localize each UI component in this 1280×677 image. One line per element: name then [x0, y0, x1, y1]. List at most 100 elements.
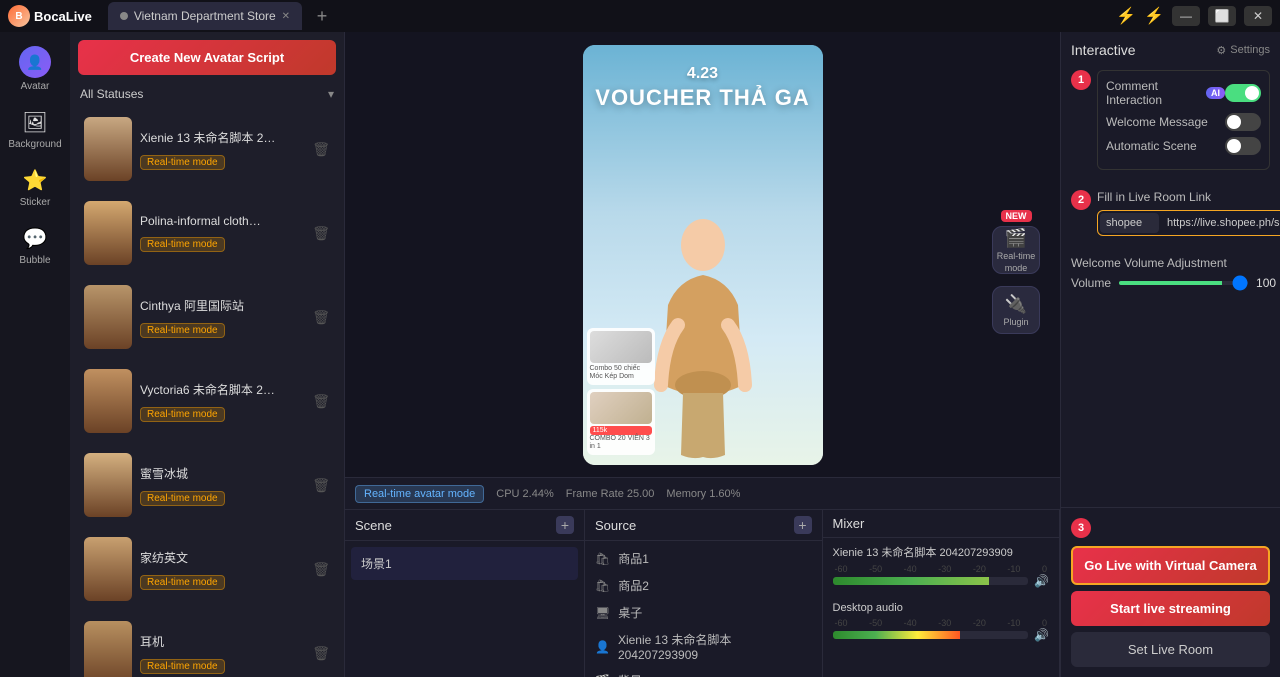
mixer-track-2-name: Desktop audio [833, 602, 1050, 614]
script-avatar-2 [84, 285, 132, 349]
script-avatar-4 [84, 453, 132, 517]
volume-label: Volume [1071, 276, 1111, 290]
source-icon-desk: 🖥 [595, 606, 610, 620]
script-item-2[interactable]: Cinthya 阿里国际站 Real-time mode 🗑 [78, 277, 336, 357]
tab-close-icon[interactable]: ✕ [282, 11, 290, 22]
script-avatar-3 [84, 369, 132, 433]
welcome-message-toggle[interactable] [1225, 113, 1261, 131]
plugin-button[interactable]: 🔌 Plugin [992, 286, 1040, 334]
gear-icon: ⚙ [1216, 44, 1226, 57]
source-panel: Source + 🛍 商品1 🛍 商品2 🖥 桌子 [585, 510, 823, 677]
script-badge-0: Real-time mode [140, 155, 225, 170]
maximize-button[interactable]: ⬜ [1208, 6, 1236, 26]
welcome-message-label: Welcome Message [1106, 115, 1208, 129]
mixer-track-1: Xienie 13 未命名脚本 204207293909 -60-50 -40-… [823, 538, 1060, 596]
script-item-3[interactable]: Vyctoria6 未命名脚本 2… Real-time mode 🗑 [78, 361, 336, 441]
settings-label: Settings [1230, 44, 1270, 56]
main-tab[interactable]: Vietnam Department Store ✕ [108, 2, 302, 30]
script-avatar-img-4 [84, 453, 132, 517]
sidebar-item-sticker[interactable]: ⭐ Sticker [5, 160, 65, 214]
add-tab-button[interactable]: + [310, 4, 334, 28]
automatic-scene-toggle[interactable] [1225, 137, 1261, 155]
script-item-4[interactable]: 蜜雪冰城 Real-time mode 🗑 [78, 445, 336, 525]
sidebar-item-bubble[interactable]: 💬 Bubble [5, 218, 65, 272]
product-card-2: 115k COMBO 20 VIÊN 3 in 1 [587, 389, 655, 455]
source-item-product2[interactable]: 🛍 商品2 [585, 572, 822, 599]
comment-interaction-toggle[interactable] [1225, 84, 1261, 102]
script-delete-5[interactable]: 🗑 [312, 561, 330, 578]
scene-add-button[interactable]: + [556, 516, 574, 534]
go-live-button[interactable]: Go Live with Virtual Camera [1071, 546, 1270, 585]
realtime-mode-button[interactable]: 🎬 Real-time mode [992, 226, 1040, 274]
platform-select[interactable]: shopee tiktok lazada [1100, 213, 1159, 233]
source-icon-product2: 🛍 [595, 579, 610, 593]
preview-canvas: 4.23 VOUCHER THẢ GA Combo 50 chiếc [583, 45, 823, 465]
script-name-4: 蜜雪冰城 [140, 465, 304, 482]
link-input[interactable] [1163, 213, 1280, 233]
mixer-volume-icon-1[interactable]: 🔊 [1034, 574, 1049, 588]
sidebar-item-label-sticker: Sticker [20, 197, 51, 208]
avatar-icon: 👤 [19, 46, 51, 78]
bolt-icon: ⚡ [1116, 6, 1136, 26]
automatic-scene-row: Automatic Scene [1106, 137, 1261, 155]
script-item-0[interactable]: Xienie 13 未命名脚本 2… Real-time mode 🗑 [78, 109, 336, 189]
script-item-5[interactable]: 家纺英文 Real-time mode 🗑 [78, 529, 336, 609]
status-filter[interactable]: All Statuses ▾ [70, 83, 344, 109]
source-name-bg: 背景 [618, 672, 642, 677]
source-add-button[interactable]: + [794, 516, 812, 534]
source-name-product1: 商品1 [618, 550, 649, 567]
step-1-row: 1 Comment Interaction AI Welcome Message [1071, 70, 1270, 180]
script-avatar-0 [84, 117, 132, 181]
source-name-desk: 桌子 [618, 604, 642, 621]
source-item-product1[interactable]: 🛍 商品1 [585, 545, 822, 572]
source-item-desk[interactable]: 🖥 桌子 [585, 599, 822, 626]
mixer-volume-icon-2[interactable]: 🔊 [1034, 628, 1049, 642]
comment-interaction-row: Comment Interaction AI [1106, 79, 1261, 107]
mixer-bar-track-1 [833, 577, 1029, 585]
minimize-button[interactable]: — [1172, 6, 1200, 26]
preview-subtitle: VOUCHER THẢ GA [583, 85, 823, 111]
mixer-track-1-name: Xienie 13 未命名脚本 204207293909 [833, 544, 1050, 560]
product-img-1 [590, 331, 652, 363]
sticker-icon: ⭐ [21, 166, 49, 194]
scripts-panel: Create New Avatar Script All Statuses ▾ … [70, 32, 345, 677]
preview-area: 4.23 VOUCHER THẢ GA Combo 50 chiếc [345, 32, 1060, 477]
comment-interaction-label-group: Comment Interaction AI [1106, 79, 1225, 107]
memory-stat: Memory 1.60% [666, 488, 740, 500]
mode-badge: Real-time avatar mode [355, 485, 484, 503]
source-item-avatar[interactable]: 👤 Xienie 13 未命名脚本 204207293909 [585, 626, 822, 667]
script-item-6[interactable]: 耳机 Real-time mode 🗑 [78, 613, 336, 677]
mixer-track-2: Desktop audio -60-50 -40-30 -20-10 0 🔊 [823, 596, 1060, 650]
sidebar-item-background[interactable]: 🖼 Background [5, 102, 65, 156]
script-name-0: Xienie 13 未命名脚本 2… [140, 129, 304, 146]
mixer-range-labels-2: -60-50 -40-30 -20-10 0 [833, 618, 1050, 628]
script-delete-1[interactable]: 🗑 [312, 225, 330, 242]
script-info-6: 耳机 Real-time mode [140, 633, 304, 674]
script-delete-6[interactable]: 🗑 [312, 645, 330, 662]
settings-button[interactable]: ⚙ Settings [1216, 44, 1270, 57]
source-item-bg[interactable]: 🎬 背景 [585, 667, 822, 677]
interactive-header: Interactive ⚙ Settings [1071, 42, 1270, 58]
source-name-product2: 商品2 [618, 577, 649, 594]
script-delete-3[interactable]: 🗑 [312, 393, 330, 410]
close-button[interactable]: ✕ [1244, 6, 1272, 26]
script-delete-4[interactable]: 🗑 [312, 477, 330, 494]
start-live-button[interactable]: Start live streaming [1071, 591, 1270, 626]
script-avatar-5 [84, 537, 132, 601]
script-avatar-img-0 [84, 117, 132, 181]
realtime-label: Real-time [997, 251, 1036, 261]
source-panel-header: Source + [585, 510, 822, 541]
scene-item[interactable]: 场景1 [351, 547, 578, 580]
volume-slider[interactable] [1119, 281, 1248, 285]
script-delete-2[interactable]: 🗑 [312, 309, 330, 326]
mixer-range-labels-1: -60-50 -40-30 -20-10 0 [833, 564, 1050, 574]
comment-interaction-label: Comment Interaction [1106, 79, 1200, 107]
status-filter-label: All Statuses [80, 87, 143, 101]
create-script-button[interactable]: Create New Avatar Script [78, 40, 336, 75]
set-live-room-button[interactable]: Set Live Room [1071, 632, 1270, 667]
sidebar-item-avatar[interactable]: 👤 Avatar [5, 40, 65, 98]
script-delete-0[interactable]: 🗑 [312, 141, 330, 158]
script-item-1[interactable]: Polina-informal cloth… Real-time mode 🗑 [78, 193, 336, 273]
script-name-1: Polina-informal cloth… [140, 214, 304, 228]
script-avatar-img-6 [84, 621, 132, 677]
